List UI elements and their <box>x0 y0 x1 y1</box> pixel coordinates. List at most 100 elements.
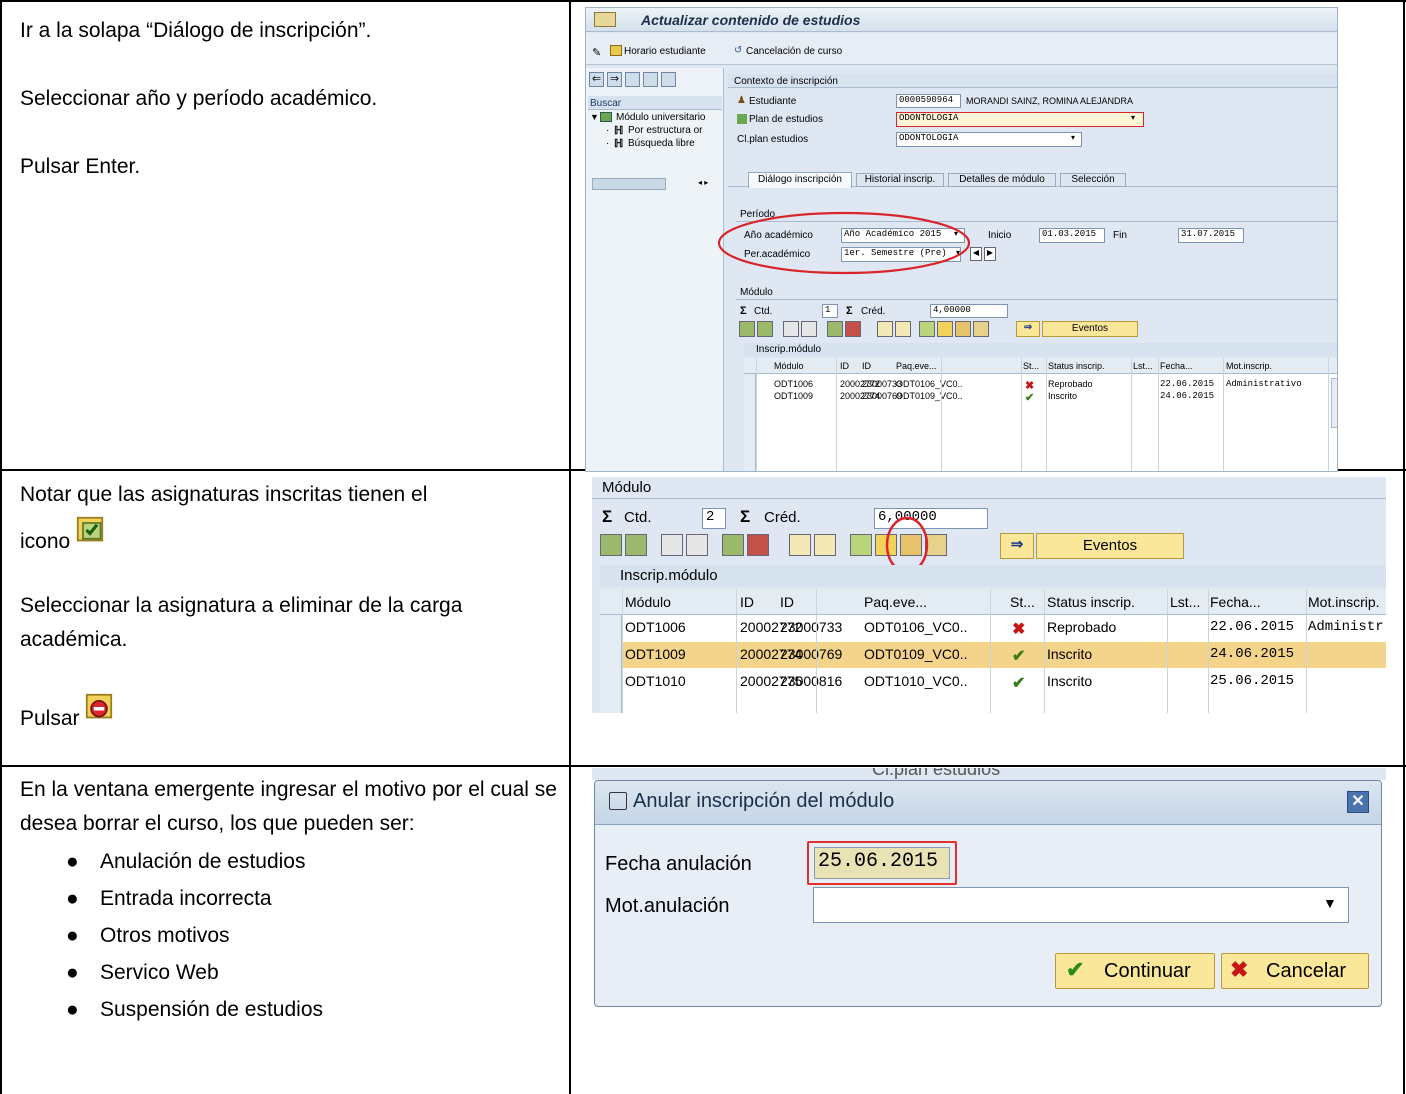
table-cell[interactable]: 24.06.2015 <box>1160 391 1214 401</box>
tree-item-busqueda-libre[interactable]: Búsqueda libre <box>628 138 695 149</box>
enroll-icon[interactable] <box>919 321 935 337</box>
table-cell[interactable]: Reprobado <box>1047 619 1116 635</box>
events-button[interactable]: Eventos <box>1036 533 1184 559</box>
column-header[interactable]: St... <box>1010 594 1035 610</box>
edit-icon[interactable] <box>877 321 893 337</box>
tree-item-estructura[interactable]: Por estructura or <box>628 125 722 136</box>
column-header[interactable]: Status inscrip. <box>1047 594 1135 610</box>
column-header[interactable]: Módulo <box>625 594 671 610</box>
toolbar-icon[interactable] <box>739 321 755 337</box>
column-header[interactable]: Status inscrip. <box>1048 361 1105 371</box>
table-cell[interactable]: 23000733 <box>780 619 842 635</box>
study-plan-select[interactable]: ODONTOLOGIA <box>896 112 1144 127</box>
toolbar-icon[interactable] <box>747 534 769 556</box>
cancel-date-field[interactable]: 25.06.2015 <box>814 847 950 879</box>
next-period-icon[interactable]: ▶ <box>984 247 996 261</box>
enroll-icon[interactable] <box>850 534 872 556</box>
filter-icon[interactable] <box>686 534 708 556</box>
table-cell[interactable]: ODT1010 <box>625 673 686 689</box>
table-cell[interactable]: ODT1009 <box>774 391 813 401</box>
cancel-enrollment-icon[interactable] <box>937 321 953 337</box>
column-header[interactable]: Módulo <box>774 361 804 371</box>
table-cell[interactable]: 23000769 <box>780 646 842 662</box>
chevron-down-icon[interactable]: ▾ <box>1131 113 1135 122</box>
table-cell[interactable]: 24.06.2015 <box>1210 646 1294 662</box>
column-header[interactable]: Mot.inscrip. <box>1226 361 1272 371</box>
student-id-field[interactable]: 0000590964 <box>896 94 961 108</box>
toolbar-icon[interactable] <box>973 321 989 337</box>
column-header[interactable]: Lst... <box>1170 594 1200 610</box>
tab-historial[interactable]: Historial inscrip. <box>856 173 944 187</box>
count-field[interactable]: 1 <box>822 304 838 318</box>
table-cell[interactable]: Administr <box>1308 619 1384 635</box>
tree-item-modulo-universitario[interactable]: Módulo universitario <box>616 112 706 123</box>
filter-icon[interactable] <box>801 321 817 337</box>
events-button[interactable]: Eventos <box>1042 321 1138 337</box>
chevron-down-icon[interactable]: ▾ <box>1071 133 1075 142</box>
nav-button-icon[interactable] <box>661 72 676 87</box>
toolbar-tool-icon[interactable]: ✎ <box>592 46 601 59</box>
table-cell[interactable]: ODT1010_VC0.. <box>864 673 968 689</box>
table-cell[interactable]: 22.06.2015 <box>1160 379 1214 389</box>
column-header[interactable]: ID <box>862 361 871 371</box>
toolbar-icon[interactable] <box>625 534 647 556</box>
table-cell[interactable]: ODT0106_VC0.. <box>896 379 963 389</box>
continue-button[interactable]: ✔ Continuar <box>1055 953 1215 989</box>
forward-icon[interactable]: ⇒ <box>607 72 622 87</box>
tab-dialogo-inscripcion[interactable]: Diálogo inscripción <box>748 172 852 188</box>
cancelacion-curso-button[interactable]: Cancelación de curso <box>746 46 842 57</box>
toolbar-icon[interactable] <box>757 321 773 337</box>
reason-select[interactable] <box>813 887 1349 923</box>
column-header[interactable]: Fecha... <box>1210 594 1261 610</box>
cancel-button[interactable]: ✖ Cancelar <box>1221 953 1369 989</box>
table-cell[interactable]: ODT1006 <box>774 379 813 389</box>
print-icon[interactable] <box>783 321 799 337</box>
glasses-icon[interactable] <box>895 321 911 337</box>
start-date-field[interactable]: 01.03.2015 <box>1039 228 1105 243</box>
table-cell[interactable]: Reprobado <box>1048 379 1093 389</box>
end-date-field[interactable]: 31.07.2015 <box>1178 228 1244 243</box>
tab-seleccion[interactable]: Selección <box>1060 173 1126 187</box>
column-header[interactable]: ID <box>740 594 754 610</box>
column-header[interactable]: ID <box>840 361 849 371</box>
nav-button-icon[interactable] <box>643 72 658 87</box>
credits-field[interactable]: 4,00000 <box>930 304 1008 318</box>
table-cell[interactable]: ODT1009 <box>625 646 686 662</box>
table-cell[interactable]: ODT0109_VC0.. <box>896 391 963 401</box>
tab-detalles-modulo[interactable]: Detalles de módulo <box>948 173 1056 187</box>
table-cell[interactable]: 22.06.2015 <box>1210 619 1294 635</box>
transaction-icon[interactable] <box>594 12 616 27</box>
close-icon[interactable]: ✕ <box>1347 791 1369 813</box>
table-cell[interactable]: 23000816 <box>780 673 842 689</box>
toolbar-icon[interactable] <box>827 321 843 337</box>
table-cell[interactable]: 25.06.2015 <box>1210 673 1294 689</box>
toolbar-icon[interactable] <box>845 321 861 337</box>
table-cell[interactable]: ODT0106_VC0.. <box>864 619 968 635</box>
glasses-icon[interactable] <box>814 534 836 556</box>
scroll-arrows-icon[interactable]: ◂ ▸ <box>698 178 708 187</box>
table-cell[interactable]: Inscrito <box>1047 646 1092 662</box>
table-cell[interactable]: Inscrito <box>1048 391 1077 401</box>
edit-icon[interactable] <box>789 534 811 556</box>
arrow-right-icon[interactable]: ⇒ <box>1000 533 1034 559</box>
column-header[interactable]: Paq.eve... <box>896 361 937 371</box>
column-header[interactable]: ID <box>780 594 794 610</box>
arrow-right-icon[interactable]: ⇒ <box>1016 321 1040 337</box>
table-cell[interactable]: Administrativo <box>1226 379 1302 389</box>
horario-estudiante-button[interactable]: Horario estudiante <box>624 46 706 57</box>
table-cell[interactable]: ODT0109_VC0.. <box>864 646 968 662</box>
chevron-down-icon[interactable]: ▼ <box>1323 895 1337 911</box>
back-icon[interactable]: ⇐ <box>589 72 604 87</box>
tree-expand-icon[interactable]: ▼ <box>590 112 599 122</box>
column-header[interactable]: St... <box>1023 361 1039 371</box>
column-header[interactable]: Paq.eve... <box>864 594 927 610</box>
horizontal-scrollbar[interactable] <box>592 178 666 190</box>
toolbar-icon[interactable] <box>722 534 744 556</box>
toolbar-icon[interactable] <box>955 321 971 337</box>
table-cell[interactable]: Inscrito <box>1047 673 1092 689</box>
column-header[interactable]: Mot.inscrip. <box>1308 594 1380 610</box>
print-icon[interactable] <box>661 534 683 556</box>
count-field[interactable]: 2 <box>702 508 726 529</box>
vertical-scrollbar[interactable] <box>1331 378 1337 428</box>
column-header[interactable]: Fecha... <box>1160 361 1193 371</box>
